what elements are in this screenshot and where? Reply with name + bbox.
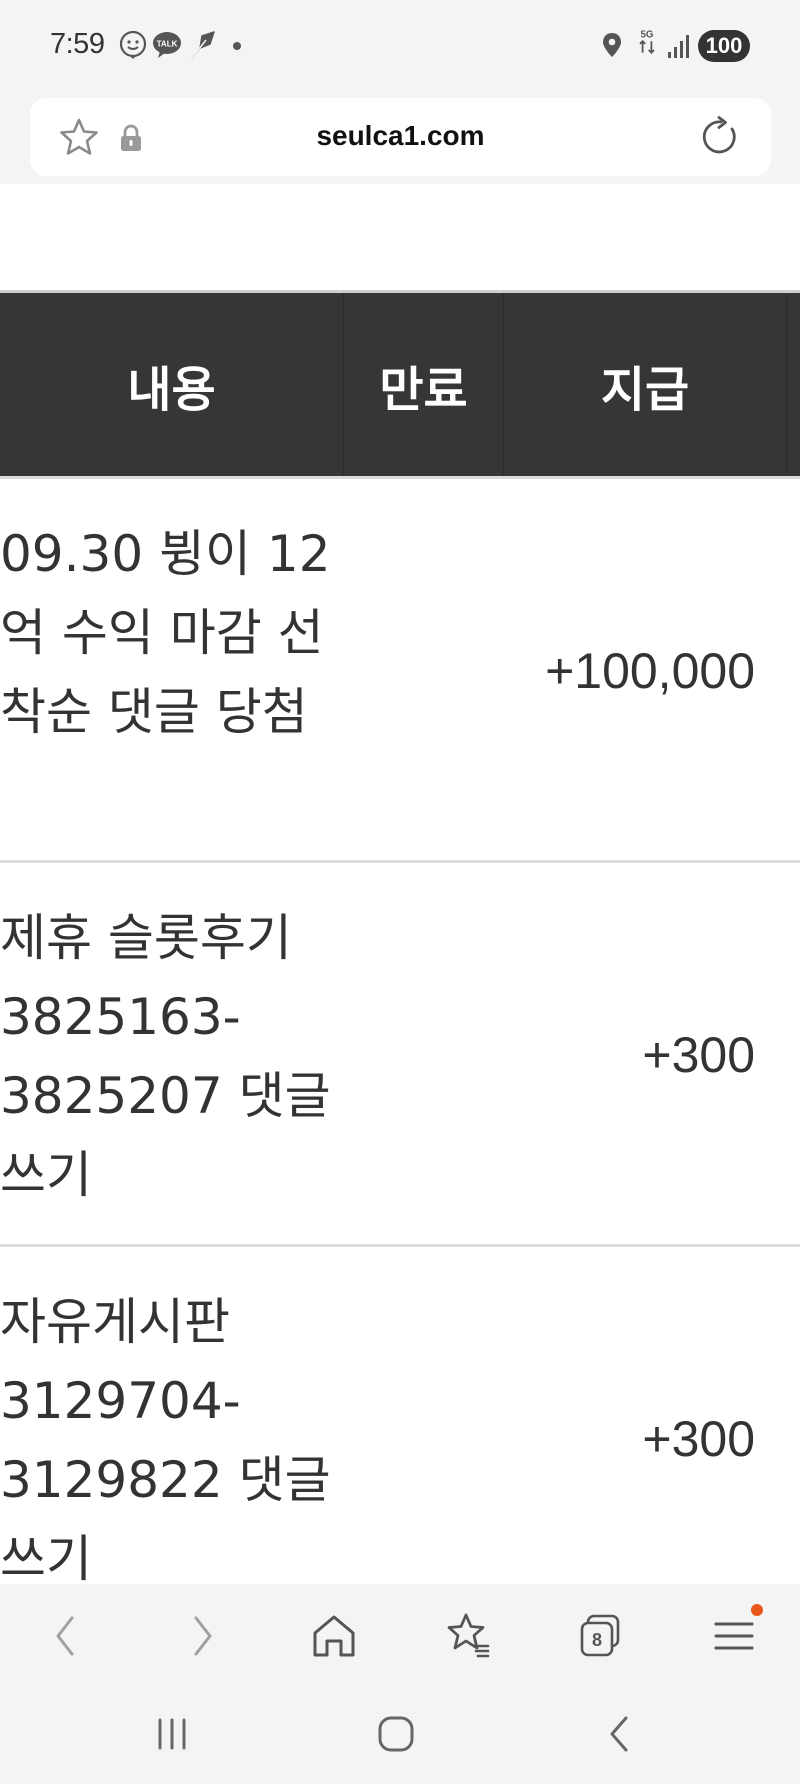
talk-icon-label: TALK [157, 40, 178, 49]
network-label: 5G [641, 30, 654, 41]
forward-arrow-icon[interactable] [174, 1608, 230, 1664]
battery-level: 100 [705, 33, 743, 58]
row-pay-amount: +100,000 [545, 643, 755, 699]
row-pay-amount: +300 [642, 1411, 755, 1467]
feather-icon [191, 31, 215, 59]
network-5g-icon: 5G [639, 30, 655, 54]
home-icon[interactable] [306, 1608, 362, 1664]
location-icon [603, 33, 621, 57]
table-row: 자유게시판 3129704-3129822 댓글쓰기 +300 [0, 1247, 800, 1584]
system-nav-bar [0, 1686, 800, 1784]
talk-icon: TALK [153, 32, 181, 58]
row-content: 09.30 뷩이 12억 수익 마감 선착순 댓글 당첨 [0, 525, 331, 741]
address-bar[interactable]: seulca1.com [30, 98, 771, 176]
back-arrow-icon[interactable] [38, 1608, 94, 1664]
recent-apps-icon[interactable] [146, 1708, 198, 1760]
row-content: 제휴 슬롯후기 3825163-3825207 댓글쓰기 [0, 909, 331, 1204]
status-bar: 7:59 TALK 5G 100 [0, 0, 800, 92]
tabs-icon[interactable]: 8 [572, 1608, 628, 1664]
column-header-content: 내용 [0, 293, 344, 476]
table-header: 내용 만료 지급 [0, 293, 800, 476]
column-header-pay: 지급 [504, 293, 787, 476]
web-page: 내용 만료 지급 09.30 뷩이 12억 수익 마감 선착순 댓글 당첨 +1… [0, 184, 800, 1584]
reload-icon[interactable] [699, 115, 743, 159]
menu-icon[interactable] [706, 1608, 762, 1664]
notification-dot [751, 1604, 763, 1616]
battery-icon: 100 [698, 30, 750, 62]
browser-toolbar: 8 [0, 1584, 800, 1686]
row-content: 자유게시판 3129704-3129822 댓글쓰기 [0, 1293, 331, 1584]
dot-icon [233, 42, 241, 50]
home-button-icon[interactable] [370, 1708, 422, 1760]
tab-count: 8 [592, 1630, 602, 1650]
column-header-expire: 만료 [344, 293, 504, 476]
table-row: 09.30 뷩이 12억 수익 마감 선착순 댓글 당첨 +100,000 [0, 479, 800, 863]
row-pay-amount: +300 [642, 1027, 755, 1083]
status-time: 7:59 [50, 28, 105, 60]
bookmarks-icon[interactable] [440, 1608, 496, 1664]
system-back-icon[interactable] [594, 1708, 646, 1760]
phone-screen: 7:59 TALK 5G 100 seulca1.com 내용 만료 지급 09… [0, 0, 800, 1784]
url-text[interactable]: seulca1.com [30, 120, 771, 152]
signal-icon [668, 35, 689, 58]
table-row: 제휴 슬롯후기 3825163-3825207 댓글쓰기 +300 [0, 863, 800, 1247]
face-icon [119, 30, 147, 59]
